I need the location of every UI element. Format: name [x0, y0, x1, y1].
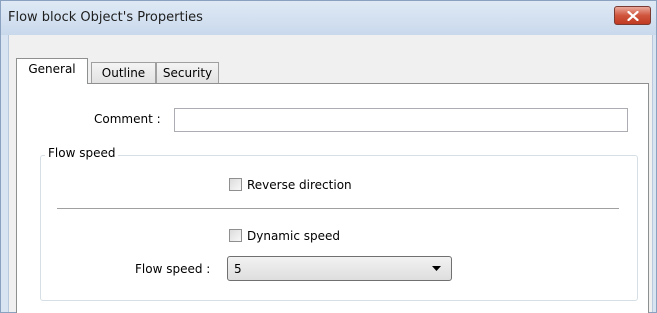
- close-button[interactable]: [614, 6, 651, 25]
- dialog-title: Flow block Object's Properties: [8, 10, 203, 25]
- dynamic-speed-label[interactable]: Dynamic speed: [247, 229, 340, 243]
- close-x-icon: [627, 11, 639, 21]
- tab-general-label: General: [28, 62, 76, 76]
- flow-speed-value: 5: [234, 262, 242, 276]
- comment-input[interactable]: [174, 108, 628, 132]
- tab-security-label: Security: [162, 66, 213, 80]
- flow-speed-group-title: Flow speed: [45, 146, 119, 160]
- flow-speed-label: Flow speed :: [135, 262, 211, 276]
- title-bar[interactable]: Flow block Object's Properties: [1, 1, 656, 35]
- reverse-direction-label[interactable]: Reverse direction: [247, 178, 352, 192]
- comment-label: Comment :: [94, 112, 161, 126]
- tab-security[interactable]: Security: [156, 62, 219, 83]
- chevron-down-icon: [432, 266, 441, 271]
- group-separator: [57, 208, 619, 210]
- reverse-direction-checkbox[interactable]: [229, 178, 242, 191]
- flow-speed-select[interactable]: 5: [227, 256, 452, 281]
- tab-general[interactable]: General: [16, 58, 88, 84]
- dynamic-speed-checkbox[interactable]: [229, 229, 242, 242]
- tab-outline-label: Outline: [101, 66, 146, 80]
- tab-outline[interactable]: Outline: [91, 62, 156, 83]
